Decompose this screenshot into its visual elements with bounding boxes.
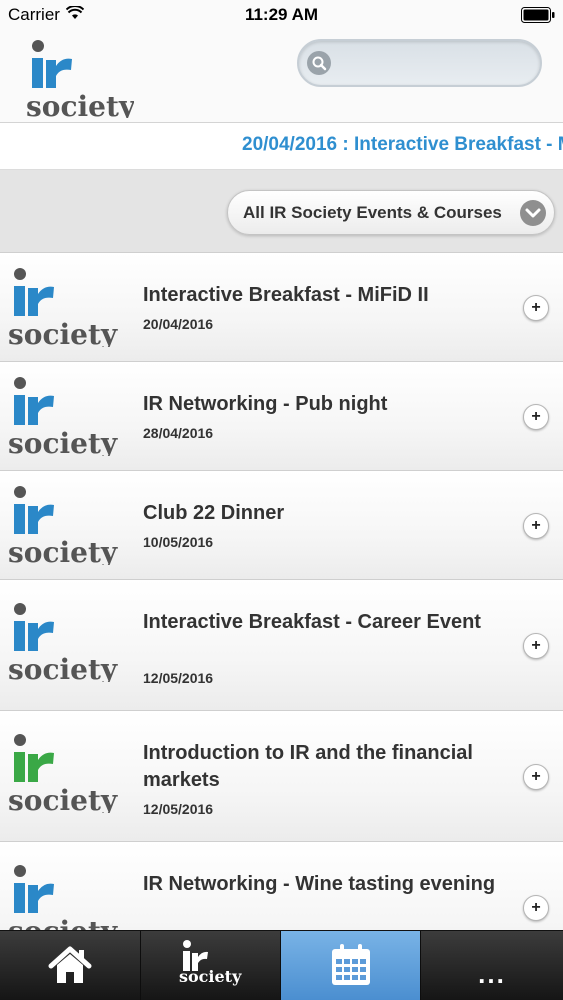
home-icon <box>48 946 92 983</box>
svg-text:society: society <box>8 915 118 930</box>
event-title: Club 22 Dinner <box>143 502 285 524</box>
tab-society-label: society <box>179 967 242 986</box>
search-input[interactable] <box>297 39 542 87</box>
more-icon: ... <box>478 959 506 989</box>
svg-text:society: society <box>8 653 118 682</box>
event-title: Introduction to IR and the financial mar… <box>143 742 473 791</box>
tab-calendar[interactable] <box>281 931 421 1000</box>
event-title: IR Networking - Pub night <box>143 393 388 415</box>
ir-society-logo: society <box>8 377 118 456</box>
svg-text:society: society <box>8 318 118 347</box>
ir-society-logo: society <box>8 486 118 565</box>
status-bar: Carrier 11:29 AM <box>0 0 563 30</box>
ir-society-logo: society <box>8 865 118 930</box>
list-item[interactable]: society IR Networking - Wine tasting eve… <box>0 842 563 930</box>
app-header: society <box>0 30 563 123</box>
search-icon[interactable] <box>307 51 331 75</box>
event-filter-select[interactable]: All IR Society Events & Courses <box>227 190 555 235</box>
event-date: 12/05/2016 <box>143 801 214 817</box>
ticker-text[interactable]: 20/04/2016 : Interactive Breakfast - MiF… <box>242 134 563 156</box>
svg-text:society: society <box>8 427 118 456</box>
svg-text:society: society <box>8 784 118 813</box>
news-ticker[interactable]: 20/04/2016 : Interactive Breakfast - MiF… <box>0 124 563 170</box>
ir-society-logo: society <box>8 734 118 813</box>
expand-button[interactable]: + <box>523 895 549 921</box>
tab-more[interactable]: ... <box>421 931 563 1000</box>
ir-society-logo: society <box>8 603 118 682</box>
ir-society-logo: society <box>8 268 118 347</box>
event-date: 28/04/2016 <box>143 425 214 441</box>
logo-society-text: society <box>26 90 134 118</box>
tab-home[interactable] <box>0 931 141 1000</box>
event-date: 10/05/2016 <box>143 534 214 550</box>
svg-text:society: society <box>8 536 118 565</box>
event-title: Interactive Breakfast - MiFiD II <box>143 284 429 306</box>
ir-society-logo[interactable]: society <box>24 38 134 118</box>
tab-bar: society ... <box>0 930 563 1000</box>
filter-selected-label: All IR Society Events & Courses <box>243 203 502 222</box>
list-item[interactable]: society Interactive Breakfast - MiFiD II… <box>0 253 563 362</box>
list-item[interactable]: society IR Networking - Pub night 28/04/… <box>0 362 563 471</box>
list-item[interactable]: society Introduction to IR and the finan… <box>0 711 563 842</box>
list-item[interactable]: society Club 22 Dinner 10/05/2016 + <box>0 471 563 580</box>
tab-ir-society[interactable]: society <box>141 931 281 1000</box>
expand-button[interactable]: + <box>523 295 549 321</box>
expand-button[interactable]: + <box>523 764 549 790</box>
list-item[interactable]: society Interactive Breakfast - Career E… <box>0 580 563 711</box>
chevron-down-icon <box>520 200 546 226</box>
battery-icon <box>521 7 555 23</box>
status-time: 11:29 AM <box>244 5 319 24</box>
event-list: society Interactive Breakfast - MiFiD II… <box>0 253 563 930</box>
event-title: Interactive Breakfast - Career Event <box>143 611 481 633</box>
expand-button[interactable]: + <box>523 513 549 539</box>
calendar-icon <box>332 944 370 985</box>
filter-bar: All IR Society Events & Courses <box>0 170 563 253</box>
event-date: 20/04/2016 <box>143 316 214 332</box>
event-date: 12/05/2016 <box>143 670 214 686</box>
event-title: IR Networking - Wine tasting evening <box>143 873 496 895</box>
expand-button[interactable]: + <box>523 404 549 430</box>
expand-button[interactable]: + <box>523 633 549 659</box>
